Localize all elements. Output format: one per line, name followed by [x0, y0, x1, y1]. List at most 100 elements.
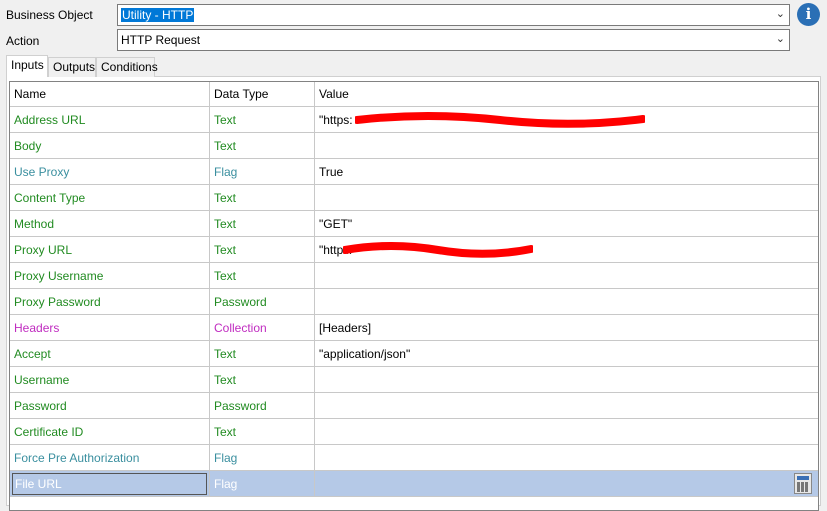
name-cell[interactable]: Username — [10, 367, 210, 393]
value-cell[interactable]: "http:// — [315, 237, 818, 263]
table-row[interactable]: Accept Text "application/json" — [10, 341, 818, 367]
data-type-cell[interactable]: Text — [210, 263, 315, 289]
value-cell[interactable] — [315, 393, 818, 419]
name-cell[interactable]: Force Pre Authorization — [10, 445, 210, 471]
data-type-cell[interactable]: Text — [210, 341, 315, 367]
table-row[interactable]: Proxy Password Password — [10, 289, 818, 315]
data-type-cell-text: Text — [214, 139, 237, 153]
action-value: HTTP Request — [121, 33, 201, 47]
data-type-cell[interactable]: Password — [210, 289, 315, 315]
data-type-cell[interactable]: Collection — [210, 315, 315, 341]
table-row[interactable]: Content Type Text — [10, 185, 818, 211]
calculator-icon[interactable] — [794, 473, 812, 494]
name-cell[interactable]: Method — [10, 211, 210, 237]
data-type-cell-text: Text — [214, 191, 237, 205]
table-row[interactable]: File URL Flag — [10, 471, 818, 497]
chevron-down-icon[interactable]: ⌄ — [776, 32, 785, 45]
name-cell[interactable]: Proxy Password — [10, 289, 210, 315]
data-type-cell[interactable]: Flag — [210, 445, 315, 471]
name-cell-text: Address URL — [14, 113, 86, 127]
value-cell[interactable] — [315, 367, 818, 393]
name-cell[interactable]: Headers — [10, 315, 210, 341]
data-type-cell[interactable]: Text — [210, 419, 315, 445]
value-cell[interactable]: "https: — [315, 107, 818, 133]
action-label: Action — [6, 34, 40, 48]
data-type-cell[interactable]: Flag — [210, 471, 315, 497]
table-row[interactable]: Method Text "GET" — [10, 211, 818, 237]
data-type-cell-text: Text — [214, 347, 237, 361]
chevron-down-icon[interactable]: ⌄ — [776, 7, 785, 20]
value-cell[interactable] — [315, 133, 818, 159]
table-row[interactable]: Headers Collection [Headers] — [10, 315, 818, 341]
column-header-value[interactable]: Value — [315, 82, 818, 108]
table-row[interactable]: Proxy Username Text — [10, 263, 818, 289]
name-cell-text: Certificate ID — [14, 425, 84, 439]
business-object-select[interactable]: Utility - HTTP ⌄ — [117, 4, 790, 26]
name-cell[interactable]: File URL — [10, 471, 210, 497]
data-type-cell[interactable]: Password — [210, 393, 315, 419]
value-cell[interactable] — [315, 471, 818, 497]
data-type-cell-text: Collection — [214, 321, 267, 335]
name-cell-text: Username — [14, 373, 70, 387]
table-row[interactable]: Certificate ID Text — [10, 419, 818, 445]
value-cell[interactable]: [Headers] — [315, 315, 818, 341]
value-cell-text: "application/json" — [319, 347, 411, 361]
data-type-cell[interactable]: Text — [210, 211, 315, 237]
name-cell-text: Body — [14, 139, 42, 153]
table-row[interactable]: Username Text — [10, 367, 818, 393]
value-cell-text: True — [319, 165, 344, 179]
data-type-cell-text: Text — [214, 269, 237, 283]
name-cell-text: Content Type — [14, 191, 86, 205]
action-select[interactable]: HTTP Request ⌄ — [117, 29, 790, 51]
name-cell-text: Password — [14, 399, 67, 413]
tab-conditions[interactable]: Conditions — [96, 57, 158, 77]
name-cell-text: Force Pre Authorization — [14, 451, 140, 465]
name-cell-text: Use Proxy — [14, 165, 70, 179]
name-cell[interactable]: Use Proxy — [10, 159, 210, 185]
name-cell[interactable]: Address URL — [10, 107, 210, 133]
table-row[interactable]: Proxy URL Text "http:// — [10, 237, 818, 263]
name-cell[interactable]: Proxy URL — [10, 237, 210, 263]
value-cell[interactable] — [315, 445, 818, 471]
value-cell[interactable] — [315, 263, 818, 289]
column-header-data-type[interactable]: Data Type — [210, 82, 315, 108]
value-cell[interactable] — [315, 419, 818, 445]
name-cell[interactable]: Content Type — [10, 185, 210, 211]
value-cell[interactable]: "application/json" — [315, 341, 818, 367]
data-type-cell[interactable]: Text — [210, 237, 315, 263]
data-type-cell[interactable]: Text — [210, 107, 315, 133]
value-cell-text: "https: — [319, 113, 353, 127]
data-type-cell-text: Text — [214, 243, 237, 257]
value-cell[interactable] — [315, 185, 818, 211]
data-type-cell-text: Text — [214, 425, 237, 439]
info-icon[interactable]: i — [797, 3, 820, 26]
table-row[interactable]: Force Pre Authorization Flag — [10, 445, 818, 471]
value-cell[interactable]: True — [315, 159, 818, 185]
name-cell-text: File URL — [12, 473, 207, 495]
data-type-cell[interactable]: Text — [210, 185, 315, 211]
table-row[interactable]: Use Proxy Flag True — [10, 159, 818, 185]
data-type-cell-text: Text — [214, 217, 237, 231]
name-cell[interactable]: Body — [10, 133, 210, 159]
value-cell[interactable]: "GET" — [315, 211, 818, 237]
data-type-cell[interactable]: Text — [210, 367, 315, 393]
name-cell-text: Accept — [14, 347, 51, 361]
business-object-label: Business Object — [6, 8, 93, 22]
name-cell[interactable]: Proxy Username — [10, 263, 210, 289]
table-row[interactable]: Password Password — [10, 393, 818, 419]
name-cell[interactable]: Password — [10, 393, 210, 419]
redaction-mark — [355, 112, 645, 128]
data-type-cell-text: Flag — [214, 165, 238, 179]
data-type-cell[interactable]: Text — [210, 133, 315, 159]
tab-inputs[interactable]: Inputs — [6, 55, 48, 77]
name-cell[interactable]: Accept — [10, 341, 210, 367]
table-row[interactable]: Body Text — [10, 133, 818, 159]
data-type-cell[interactable]: Flag — [210, 159, 315, 185]
data-type-cell-text: Text — [214, 373, 237, 387]
redaction-mark — [343, 242, 533, 258]
tab-outputs[interactable]: Outputs — [48, 57, 96, 77]
table-row[interactable]: Address URL Text "https: — [10, 107, 818, 133]
name-cell[interactable]: Certificate ID — [10, 419, 210, 445]
column-header-name[interactable]: Name — [10, 82, 210, 108]
value-cell[interactable] — [315, 289, 818, 315]
